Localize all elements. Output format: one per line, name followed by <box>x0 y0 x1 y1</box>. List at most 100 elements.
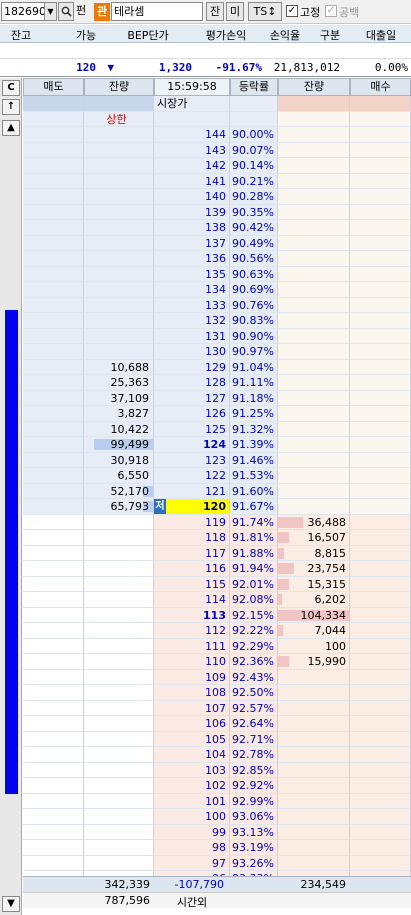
ask-price[interactable]: 127 <box>154 390 230 406</box>
bid-price[interactable]: 118 <box>154 530 230 546</box>
sell-order-cell[interactable] <box>23 855 84 871</box>
buy-order-cell[interactable] <box>350 266 411 282</box>
sell-order-cell[interactable] <box>23 297 84 313</box>
sell-order-cell[interactable] <box>23 313 84 329</box>
ts-button[interactable]: TS↕ <box>248 2 282 21</box>
bid-price[interactable]: 101 <box>154 793 230 809</box>
ask-price[interactable]: 138 <box>154 220 230 236</box>
sell-order-cell[interactable] <box>23 127 84 143</box>
buy-order-cell[interactable] <box>350 514 411 530</box>
buy-order-cell[interactable] <box>350 204 411 220</box>
sell-order-cell[interactable] <box>23 189 84 205</box>
bid-price[interactable]: 111 <box>154 638 230 654</box>
buy-order-cell[interactable] <box>350 576 411 592</box>
buy-order-cell[interactable] <box>350 390 411 406</box>
ask-price[interactable]: 140 <box>154 189 230 205</box>
sell-order-cell[interactable] <box>23 793 84 809</box>
sell-order-cell[interactable] <box>23 731 84 747</box>
sell-order-cell[interactable] <box>23 747 84 763</box>
buy-order-cell[interactable] <box>350 824 411 840</box>
ask-price[interactable]: 136 <box>154 251 230 267</box>
ask-price[interactable]: 135 <box>154 266 230 282</box>
bid-price[interactable]: 109 <box>154 669 230 685</box>
buy-order-cell[interactable] <box>350 623 411 639</box>
buy-order-cell[interactable] <box>350 359 411 375</box>
buy-order-cell[interactable] <box>350 530 411 546</box>
sell-order-cell[interactable] <box>23 483 84 499</box>
buy-order-cell[interactable] <box>350 344 411 360</box>
sell-order-cell[interactable] <box>23 390 84 406</box>
stock-code-input[interactable]: 182690 <box>1 2 46 21</box>
bid-price[interactable]: 114 <box>154 592 230 608</box>
bid-price[interactable]: 104 <box>154 747 230 763</box>
ask-price[interactable]: 123 <box>154 452 230 468</box>
sell-order-cell[interactable] <box>23 576 84 592</box>
buy-order-cell[interactable] <box>350 282 411 298</box>
sell-order-cell[interactable] <box>23 452 84 468</box>
buy-order-cell[interactable] <box>350 545 411 561</box>
sell-order-cell[interactable] <box>23 421 84 437</box>
buy-order-cell[interactable] <box>350 406 411 422</box>
bid-price[interactable]: 108 <box>154 685 230 701</box>
buy-order-cell[interactable] <box>350 220 411 236</box>
scrollbar-thumb[interactable] <box>5 310 18 794</box>
sell-order-cell[interactable] <box>23 344 84 360</box>
sell-order-cell[interactable] <box>23 824 84 840</box>
buy-order-cell[interactable] <box>350 313 411 329</box>
bid-price[interactable]: 98 <box>154 840 230 856</box>
sell-order-cell[interactable] <box>23 266 84 282</box>
ask-price[interactable]: 141 <box>154 173 230 189</box>
buy-order-cell[interactable] <box>350 328 411 344</box>
ask-price[interactable]: 저 120 <box>154 499 230 515</box>
ask-price[interactable]: 121 <box>154 483 230 499</box>
buy-order-cell[interactable] <box>350 747 411 763</box>
sell-order-cell[interactable] <box>23 762 84 778</box>
sell-order-cell[interactable] <box>23 251 84 267</box>
scroll-down-button[interactable]: ▼ <box>2 896 20 912</box>
buy-order-cell[interactable] <box>350 731 411 747</box>
bid-price[interactable]: 103 <box>154 762 230 778</box>
ask-price[interactable]: 129 <box>154 359 230 375</box>
buy-order-cell[interactable] <box>350 685 411 701</box>
ask-price[interactable]: 125 <box>154 421 230 437</box>
bid-price[interactable]: 115 <box>154 576 230 592</box>
buy-order-cell[interactable] <box>350 654 411 670</box>
buy-order-cell[interactable] <box>350 762 411 778</box>
ask-price[interactable]: 128 <box>154 375 230 391</box>
bid-price[interactable]: 106 <box>154 716 230 732</box>
buy-order-cell[interactable] <box>350 483 411 499</box>
sell-order-cell[interactable] <box>23 840 84 856</box>
buy-order-cell[interactable] <box>350 251 411 267</box>
fix-checkbox[interactable]: ✓ <box>286 5 298 17</box>
buy-order-cell[interactable] <box>350 375 411 391</box>
jan-button[interactable]: 잔 <box>206 2 224 21</box>
market-price-label[interactable]: 시장가 <box>154 96 230 112</box>
sell-order-cell[interactable] <box>23 638 84 654</box>
stock-name-field[interactable]: 테라셈 <box>111 2 203 21</box>
buy-order-cell[interactable] <box>350 778 411 794</box>
side-up-button[interactable]: ↑ <box>2 99 20 115</box>
sell-order-cell[interactable] <box>23 204 84 220</box>
sell-order-cell[interactable] <box>23 235 84 251</box>
buy-order-cell[interactable] <box>350 793 411 809</box>
bid-price[interactable]: 102 <box>154 778 230 794</box>
bid-price[interactable]: 112 <box>154 623 230 639</box>
sell-order-cell[interactable] <box>23 561 84 577</box>
buy-order-cell[interactable] <box>350 700 411 716</box>
market-buy-cell[interactable] <box>350 96 411 112</box>
bid-price[interactable]: 100 <box>154 809 230 825</box>
buy-order-cell[interactable] <box>350 468 411 484</box>
buy-order-cell[interactable] <box>350 669 411 685</box>
sell-order-cell[interactable] <box>23 716 84 732</box>
sell-order-cell[interactable] <box>23 685 84 701</box>
search-button[interactable] <box>58 2 74 21</box>
code-dropdown-button[interactable]: ▼ <box>44 2 57 21</box>
sell-order-cell[interactable] <box>23 142 84 158</box>
sell-order-cell[interactable] <box>23 220 84 236</box>
buy-order-cell[interactable] <box>350 297 411 313</box>
buy-order-cell[interactable] <box>350 561 411 577</box>
bid-price[interactable]: 97 <box>154 855 230 871</box>
sell-order-cell[interactable] <box>23 654 84 670</box>
buy-order-cell[interactable] <box>350 499 411 515</box>
bid-price[interactable]: 116 <box>154 561 230 577</box>
